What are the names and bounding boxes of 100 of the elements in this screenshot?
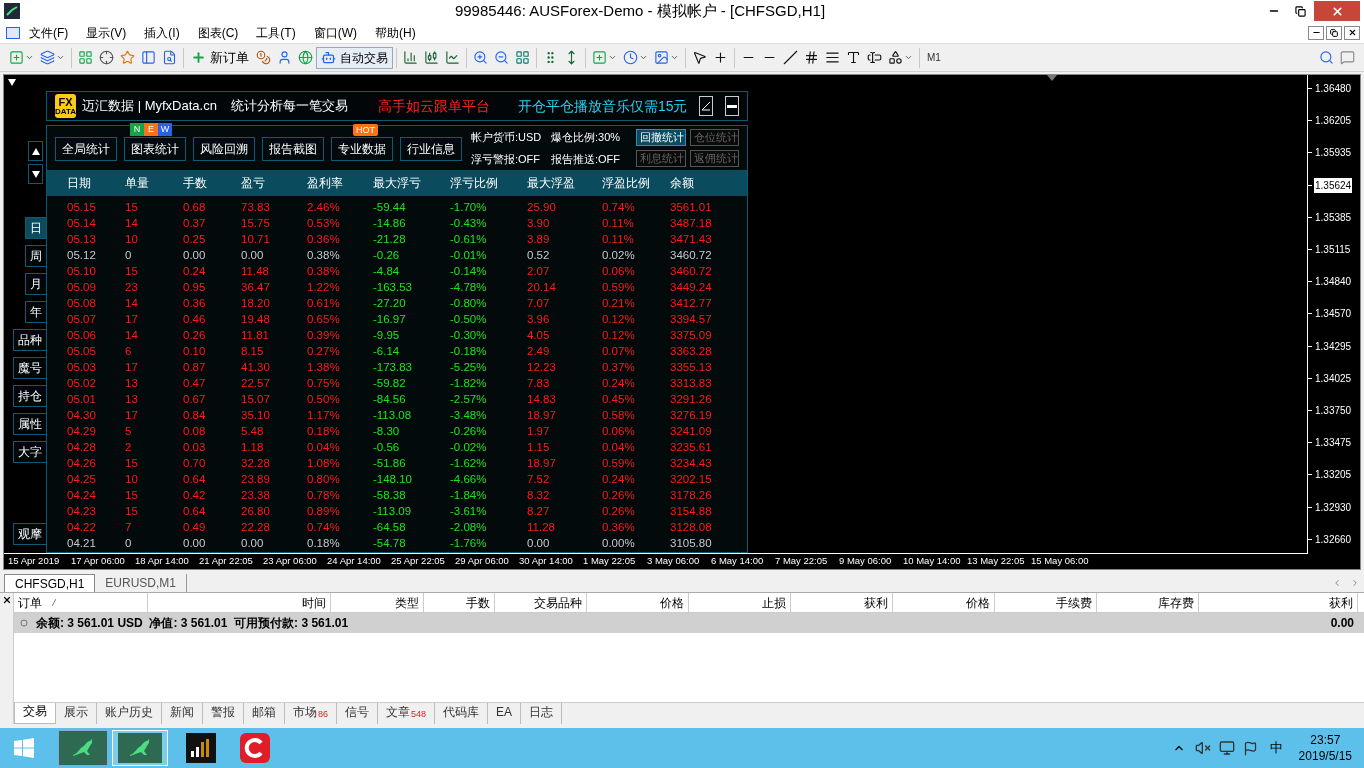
scroll-up-button[interactable]	[28, 141, 43, 161]
price-label: 1.35624	[1314, 177, 1353, 193]
menu-item[interactable]: 图表(C)	[188, 23, 248, 42]
terminal-tab[interactable]: 新闻	[162, 703, 203, 724]
stats-button[interactable]: 全局统计	[55, 136, 117, 161]
table-cell-text: 0.65%	[306, 312, 341, 328]
auto-trading-button[interactable]: 自动交易	[316, 46, 393, 69]
terminal-tab[interactable]: 代码库	[435, 703, 489, 724]
menu-item[interactable]: 帮助(H)	[366, 23, 425, 42]
scroll-down-button[interactable]	[28, 164, 43, 184]
stat-button[interactable]: 仓位统计	[689, 129, 739, 146]
stats-button[interactable]: 风险回溯	[193, 136, 255, 161]
side-tab[interactable]: 日	[25, 217, 46, 239]
speaker-muted-icon[interactable]	[1194, 740, 1211, 756]
stats-button[interactable]: 行业信息	[400, 136, 462, 161]
menu-item[interactable]: 显示(V)	[77, 23, 136, 42]
table-cell-text: 15	[124, 504, 139, 520]
terminal-tab[interactable]: 账户历史	[97, 703, 162, 724]
table-cell-text: 0.02%	[601, 248, 636, 264]
side-tab[interactable]: 观摩	[13, 523, 46, 545]
restore-chart-button[interactable]	[1326, 25, 1342, 40]
ring-icon	[240, 733, 270, 763]
network-icon[interactable]	[1218, 740, 1235, 756]
table-cell-text: 22.57	[240, 376, 271, 392]
table-cell-text: 0.59%	[601, 280, 636, 296]
stats-button[interactable]: 图表统计	[124, 136, 186, 161]
bar-chart-icon	[186, 733, 216, 763]
side-tab[interactable]: 大字	[13, 441, 46, 463]
price-label: 1.32930	[1314, 500, 1353, 515]
menu-item[interactable]: 文件(F)	[20, 23, 78, 42]
table-cell-text: 73.83	[240, 200, 271, 216]
stats-button[interactable]: 专业数据	[331, 136, 393, 161]
terminal-tab[interactable]: 展示	[56, 703, 97, 724]
terminal-tab[interactable]: 信号	[337, 703, 378, 724]
table-cell-text: 0.64	[182, 504, 207, 520]
table-cell-text: 4.05	[526, 328, 551, 344]
new-order-button[interactable]: 新订单	[187, 46, 253, 69]
timeframe-button[interactable]: M1	[923, 46, 945, 69]
price-label: 1.36480	[1314, 82, 1353, 96]
chart-tab[interactable]: CHFSGD,H1	[4, 574, 96, 592]
angle-button[interactable]	[699, 96, 714, 116]
table-cell-text: 7.83	[526, 376, 551, 392]
time-label: 15 May 06:00	[1031, 554, 1090, 569]
time-label: 9 May 06:00	[839, 554, 893, 569]
table-cell-text: -0.56	[372, 440, 401, 456]
table-cell-text: 3460.72	[669, 264, 713, 280]
side-tab[interactable]: 周	[25, 245, 46, 267]
ime-indicator[interactable]: 中	[1269, 738, 1283, 758]
stat-button[interactable]: 回撤统计	[636, 129, 686, 146]
table-cell-text: 05.14	[66, 216, 97, 232]
flag-icon[interactable]	[1242, 740, 1258, 756]
chart-menu-icon	[8, 79, 16, 86]
time-label: 17 Apr 06:00	[71, 554, 126, 569]
side-tab[interactable]: 月	[25, 273, 46, 295]
table-cell-text: 0.26%	[601, 488, 636, 504]
side-tab[interactable]: 持仓	[13, 385, 46, 407]
table-cell-text: 1.38%	[306, 360, 341, 376]
side-tab[interactable]: 属性	[13, 413, 46, 435]
terminal-tab[interactable]: 警报	[203, 703, 244, 724]
column-header: 订单	[18, 594, 42, 612]
table-cell-text: 3460.72	[669, 248, 713, 264]
menu-item[interactable]: 插入(I)	[135, 23, 189, 42]
terminal-tab[interactable]: 文章548	[378, 703, 436, 724]
menu-item[interactable]: 窗口(W)	[304, 23, 366, 42]
time-label: 18 Apr 14:00	[135, 554, 190, 569]
terminal-tab[interactable]: 邮箱	[244, 703, 285, 724]
table-cell-text: 20.14	[526, 280, 557, 296]
shift-marker-icon	[1047, 75, 1057, 81]
angle-icon	[701, 101, 712, 111]
table-cell-text: 14.83	[526, 392, 557, 408]
terminal-tab[interactable]: 日志	[521, 703, 563, 724]
tab-count: 86	[318, 707, 328, 721]
terminal-tab[interactable]: 交易	[14, 703, 56, 724]
stats-button[interactable]: 报告截图	[262, 136, 324, 161]
stat-button[interactable]: 返佣统计	[689, 150, 739, 167]
sort-icon	[52, 599, 56, 606]
table-cell-text: 17	[124, 360, 139, 376]
column-header: 止损	[762, 594, 786, 612]
table-cell-text: 0.00	[182, 248, 207, 264]
side-tab[interactable]: 魔号	[13, 357, 46, 379]
table-cell-text: 0.11%	[601, 232, 635, 248]
table-cell-text: 15	[124, 456, 139, 472]
table-cell-text: 17	[124, 312, 139, 328]
table-cell-text: 15	[124, 200, 139, 216]
side-tab[interactable]: 品种	[13, 329, 46, 351]
clock[interactable]: 23:57 2019/5/15	[1298, 732, 1352, 764]
terminal-tab[interactable]: EA	[488, 703, 522, 724]
table-cell-text: 0.24%	[601, 376, 636, 392]
minimize-panel-button[interactable]	[725, 96, 739, 116]
menu-item[interactable]: 工具(T)	[247, 23, 305, 42]
close-icon[interactable]	[1, 595, 12, 605]
close-chart-button[interactable]	[1344, 25, 1360, 40]
terminal-tab[interactable]: 市场 86	[285, 703, 337, 724]
minimize-chart-button[interactable]	[1308, 25, 1324, 40]
side-tab[interactable]: 年	[25, 301, 46, 323]
table-cell-text: 0.26%	[601, 504, 636, 520]
table-cell-text: 3.89	[526, 232, 551, 248]
table-cell-text: 05.07	[66, 312, 97, 328]
stat-button[interactable]: 利息统计	[636, 150, 686, 167]
table-cell-text: -1.82%	[449, 376, 488, 392]
